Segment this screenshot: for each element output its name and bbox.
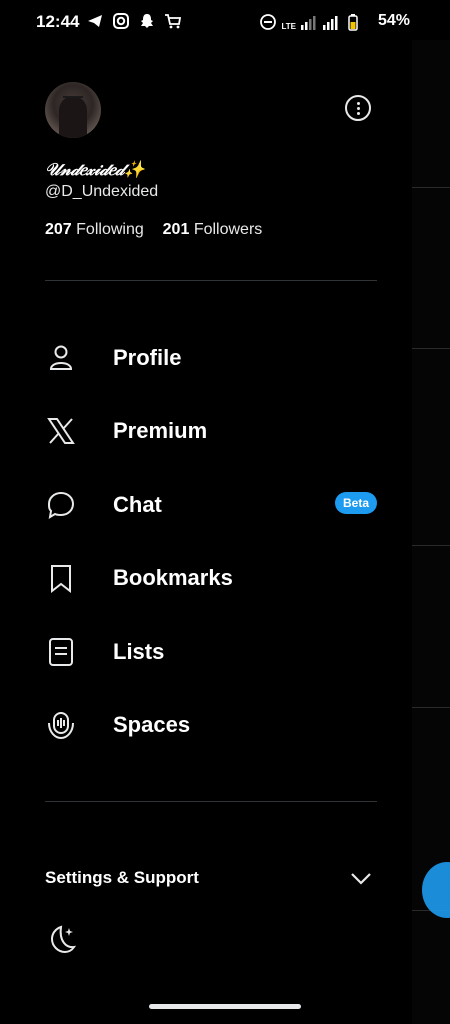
divider-top <box>45 280 377 281</box>
nav-item-profile[interactable]: Profile <box>45 333 377 383</box>
nav-label-lists: Lists <box>113 639 165 664</box>
status-bar: 12:44 LTE 54% <box>0 0 450 40</box>
shopping-cart-icon <box>165 14 182 29</box>
nav-item-spaces[interactable]: Spaces <box>45 700 377 750</box>
display-name[interactable]: 𝒰𝓃𝒹𝑒𝓍𝒾𝒹𝑒𝒹✨ <box>45 160 145 180</box>
network-type: LTE <box>281 22 296 31</box>
nav-item-lists[interactable]: Lists <box>45 627 377 677</box>
nav-label-profile: Profile <box>113 345 182 370</box>
nav-label-spaces: Spaces <box>113 712 191 737</box>
list-icon <box>45 636 77 668</box>
snapchat-icon <box>141 14 153 28</box>
dark-mode-icon[interactable] <box>45 922 79 956</box>
system-icons: LTE <box>259 13 362 31</box>
signal-icon-2 <box>323 16 338 30</box>
nav-item-chat[interactable]: Chat Beta <box>45 480 377 530</box>
notification-icons <box>86 12 182 30</box>
nav-item-premium[interactable]: Premium <box>45 406 377 456</box>
user-handle: @D_Undexided <box>45 183 159 200</box>
followers-count: 201 <box>162 221 190 238</box>
microphone-icon <box>45 709 77 741</box>
instagram-icon <box>113 13 129 29</box>
nav-label-premium: Premium <box>113 418 208 443</box>
following-label: Following <box>76 221 144 238</box>
following-count: 207 <box>45 221 72 238</box>
nav-label-bookmarks: Bookmarks <box>113 565 233 590</box>
followers-label: Followers <box>193 221 263 238</box>
chat-bubble-icon <box>45 489 77 521</box>
nav-item-bookmarks[interactable]: Bookmarks <box>45 553 377 603</box>
signal-icon <box>301 16 316 30</box>
divider-bottom <box>45 801 377 802</box>
settings-support-label: Settings & Support <box>45 868 199 887</box>
battery-icon <box>348 14 358 31</box>
do-not-disturb-icon <box>260 14 277 30</box>
status-time: 12:44 <box>36 12 80 31</box>
telegram-icon <box>88 15 102 27</box>
nav-label-chat: Chat <box>113 492 162 517</box>
person-icon <box>45 342 77 374</box>
followers-link[interactable]: 201 Followers <box>163 221 263 238</box>
bookmark-icon <box>45 562 77 594</box>
chevron-down-icon <box>351 873 371 885</box>
accounts-more-button[interactable] <box>345 95 371 121</box>
background-timeline <box>412 40 450 1024</box>
follow-stats: 207 Following 201 Followers <box>45 221 262 239</box>
settings-support-toggle[interactable]: Settings & Support <box>45 866 377 892</box>
beta-badge: Beta <box>334 492 377 514</box>
following-link[interactable]: 207 Following <box>45 221 144 238</box>
x-logo-icon <box>45 415 77 447</box>
battery-percent: 54% <box>377 12 410 29</box>
avatar[interactable] <box>45 82 101 138</box>
home-indicator[interactable] <box>149 1004 301 1009</box>
